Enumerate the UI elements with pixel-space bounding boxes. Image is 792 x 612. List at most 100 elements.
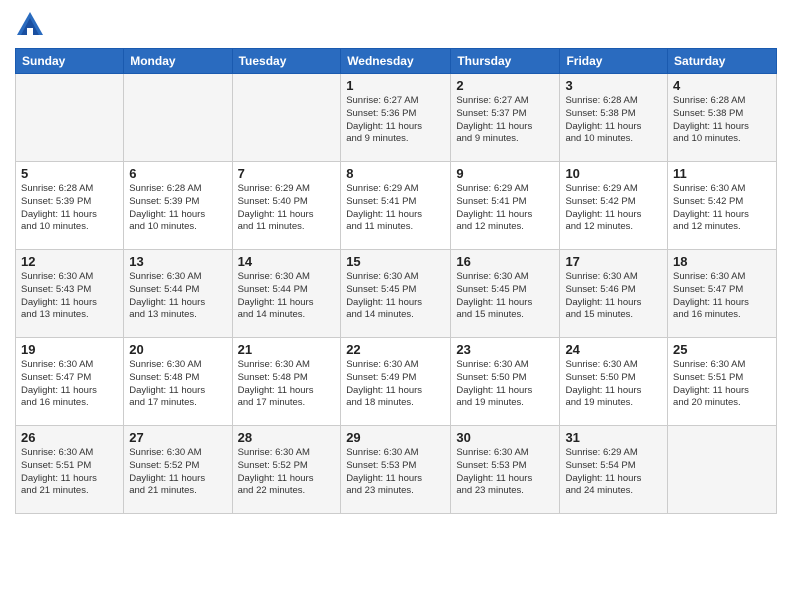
- day-info: Sunrise: 6:28 AM Sunset: 5:39 PM Dayligh…: [21, 183, 118, 234]
- day-info: Sunrise: 6:29 AM Sunset: 5:41 PM Dayligh…: [456, 183, 554, 234]
- day-info: Sunrise: 6:29 AM Sunset: 5:42 PM Dayligh…: [565, 183, 662, 234]
- day-number: 22: [346, 342, 445, 357]
- calendar-cell: 15 Sunrise: 6:30 AM Sunset: 5:45 PM Dayli…: [341, 250, 451, 338]
- week-row-1: 5 Sunrise: 6:28 AM Sunset: 5:39 PM Daylig…: [16, 162, 777, 250]
- day-info: Sunrise: 6:30 AM Sunset: 5:53 PM Dayligh…: [456, 447, 554, 498]
- calendar-cell: 19 Sunrise: 6:30 AM Sunset: 5:47 PM Dayli…: [16, 338, 124, 426]
- calendar-cell: 14Sunrise: 6:30 AM Sunset: 5:44 PM Dayli…: [232, 250, 341, 338]
- day-number: 28: [238, 430, 336, 445]
- calendar-cell: 18 Sunrise: 6:30 AM Sunset: 5:47 PM Dayli…: [668, 250, 777, 338]
- day-info: Sunrise: 6:30 AM Sunset: 5:44 PM Dayligh…: [238, 271, 336, 322]
- day-number: 18: [673, 254, 771, 269]
- day-info: Sunrise: 6:27 AM Sunset: 5:37 PM Dayligh…: [456, 95, 554, 146]
- day-number: 31: [565, 430, 662, 445]
- calendar-cell: [124, 74, 232, 162]
- calendar-cell: 16 Sunrise: 6:30 AM Sunset: 5:45 PM Dayli…: [451, 250, 560, 338]
- weekday-header-monday: Monday: [124, 49, 232, 74]
- calendar: SundayMondayTuesdayWednesdayThursdayFrid…: [15, 48, 777, 514]
- day-info: Sunrise: 6:30 AM Sunset: 5:49 PM Dayligh…: [346, 359, 445, 410]
- day-number: 3: [565, 78, 662, 93]
- day-info: Sunrise: 6:30 AM Sunset: 5:51 PM Dayligh…: [21, 447, 118, 498]
- day-number: 7: [238, 166, 336, 181]
- day-number: 2: [456, 78, 554, 93]
- day-number: 17: [565, 254, 662, 269]
- day-info: Sunrise: 6:30 AM Sunset: 5:44 PM Dayligh…: [129, 271, 226, 322]
- day-number: 20: [129, 342, 226, 357]
- calendar-cell: 2 Sunrise: 6:27 AM Sunset: 5:37 PM Daylig…: [451, 74, 560, 162]
- calendar-cell: 27Sunrise: 6:30 AM Sunset: 5:52 PM Dayli…: [124, 426, 232, 514]
- calendar-cell: [668, 426, 777, 514]
- day-info: Sunrise: 6:28 AM Sunset: 5:38 PM Dayligh…: [565, 95, 662, 146]
- day-info: Sunrise: 6:30 AM Sunset: 5:47 PM Dayligh…: [21, 359, 118, 410]
- weekday-header-tuesday: Tuesday: [232, 49, 341, 74]
- day-number: 21: [238, 342, 336, 357]
- calendar-cell: 26 Sunrise: 6:30 AM Sunset: 5:51 PM Dayli…: [16, 426, 124, 514]
- day-number: 9: [456, 166, 554, 181]
- day-info: Sunrise: 6:30 AM Sunset: 5:47 PM Dayligh…: [673, 271, 771, 322]
- day-number: 29: [346, 430, 445, 445]
- day-number: 27: [129, 430, 226, 445]
- weekday-header-thursday: Thursday: [451, 49, 560, 74]
- week-row-0: 1 Sunrise: 6:27 AM Sunset: 5:36 PM Daylig…: [16, 74, 777, 162]
- day-info: Sunrise: 6:30 AM Sunset: 5:46 PM Dayligh…: [565, 271, 662, 322]
- day-info: Sunrise: 6:30 AM Sunset: 5:53 PM Dayligh…: [346, 447, 445, 498]
- day-number: 24: [565, 342, 662, 357]
- logo-icon: [15, 10, 45, 40]
- day-number: 1: [346, 78, 445, 93]
- weekday-header-saturday: Saturday: [668, 49, 777, 74]
- calendar-cell: 7Sunrise: 6:29 AM Sunset: 5:40 PM Daylig…: [232, 162, 341, 250]
- calendar-cell: 10Sunrise: 6:29 AM Sunset: 5:42 PM Dayli…: [560, 162, 668, 250]
- header: [15, 10, 777, 40]
- calendar-cell: [232, 74, 341, 162]
- day-number: 15: [346, 254, 445, 269]
- calendar-cell: 1 Sunrise: 6:27 AM Sunset: 5:36 PM Daylig…: [341, 74, 451, 162]
- day-info: Sunrise: 6:30 AM Sunset: 5:42 PM Dayligh…: [673, 183, 771, 234]
- weekday-header-friday: Friday: [560, 49, 668, 74]
- calendar-cell: 3 Sunrise: 6:28 AM Sunset: 5:38 PM Daylig…: [560, 74, 668, 162]
- day-number: 23: [456, 342, 554, 357]
- day-number: 25: [673, 342, 771, 357]
- calendar-cell: 4Sunrise: 6:28 AM Sunset: 5:38 PM Daylig…: [668, 74, 777, 162]
- day-info: Sunrise: 6:30 AM Sunset: 5:51 PM Dayligh…: [673, 359, 771, 410]
- calendar-cell: [16, 74, 124, 162]
- calendar-cell: 6Sunrise: 6:28 AM Sunset: 5:39 PM Daylig…: [124, 162, 232, 250]
- day-number: 26: [21, 430, 118, 445]
- weekday-header-wednesday: Wednesday: [341, 49, 451, 74]
- day-number: 19: [21, 342, 118, 357]
- calendar-cell: 22 Sunrise: 6:30 AM Sunset: 5:49 PM Dayli…: [341, 338, 451, 426]
- calendar-cell: 29 Sunrise: 6:30 AM Sunset: 5:53 PM Dayli…: [341, 426, 451, 514]
- day-info: Sunrise: 6:30 AM Sunset: 5:50 PM Dayligh…: [565, 359, 662, 410]
- day-number: 13: [129, 254, 226, 269]
- week-row-2: 12 Sunrise: 6:30 AM Sunset: 5:43 PM Dayli…: [16, 250, 777, 338]
- calendar-cell: 20 Sunrise: 6:30 AM Sunset: 5:48 PM Dayli…: [124, 338, 232, 426]
- weekday-header-sunday: Sunday: [16, 49, 124, 74]
- day-info: Sunrise: 6:30 AM Sunset: 5:48 PM Dayligh…: [238, 359, 336, 410]
- day-info: Sunrise: 6:30 AM Sunset: 5:50 PM Dayligh…: [456, 359, 554, 410]
- week-row-3: 19 Sunrise: 6:30 AM Sunset: 5:47 PM Dayli…: [16, 338, 777, 426]
- calendar-cell: 12 Sunrise: 6:30 AM Sunset: 5:43 PM Dayli…: [16, 250, 124, 338]
- day-info: Sunrise: 6:30 AM Sunset: 5:45 PM Dayligh…: [456, 271, 554, 322]
- day-number: 16: [456, 254, 554, 269]
- calendar-cell: 28 Sunrise: 6:30 AM Sunset: 5:52 PM Dayli…: [232, 426, 341, 514]
- day-number: 30: [456, 430, 554, 445]
- calendar-cell: 31 Sunrise: 6:29 AM Sunset: 5:54 PM Dayli…: [560, 426, 668, 514]
- calendar-cell: 17 Sunrise: 6:30 AM Sunset: 5:46 PM Dayli…: [560, 250, 668, 338]
- day-info: Sunrise: 6:30 AM Sunset: 5:45 PM Dayligh…: [346, 271, 445, 322]
- calendar-cell: 11 Sunrise: 6:30 AM Sunset: 5:42 PM Dayli…: [668, 162, 777, 250]
- day-info: Sunrise: 6:30 AM Sunset: 5:43 PM Dayligh…: [21, 271, 118, 322]
- day-number: 5: [21, 166, 118, 181]
- day-number: 8: [346, 166, 445, 181]
- day-info: Sunrise: 6:29 AM Sunset: 5:54 PM Dayligh…: [565, 447, 662, 498]
- day-info: Sunrise: 6:30 AM Sunset: 5:48 PM Dayligh…: [129, 359, 226, 410]
- calendar-cell: 8Sunrise: 6:29 AM Sunset: 5:41 PM Daylig…: [341, 162, 451, 250]
- calendar-cell: 21 Sunrise: 6:30 AM Sunset: 5:48 PM Dayli…: [232, 338, 341, 426]
- logo: [15, 10, 49, 40]
- calendar-cell: 5 Sunrise: 6:28 AM Sunset: 5:39 PM Daylig…: [16, 162, 124, 250]
- calendar-cell: 9 Sunrise: 6:29 AM Sunset: 5:41 PM Daylig…: [451, 162, 560, 250]
- day-number: 12: [21, 254, 118, 269]
- day-info: Sunrise: 6:30 AM Sunset: 5:52 PM Dayligh…: [238, 447, 336, 498]
- day-number: 11: [673, 166, 771, 181]
- day-info: Sunrise: 6:27 AM Sunset: 5:36 PM Dayligh…: [346, 95, 445, 146]
- calendar-cell: 13 Sunrise: 6:30 AM Sunset: 5:44 PM Dayli…: [124, 250, 232, 338]
- calendar-cell: 30 Sunrise: 6:30 AM Sunset: 5:53 PM Dayli…: [451, 426, 560, 514]
